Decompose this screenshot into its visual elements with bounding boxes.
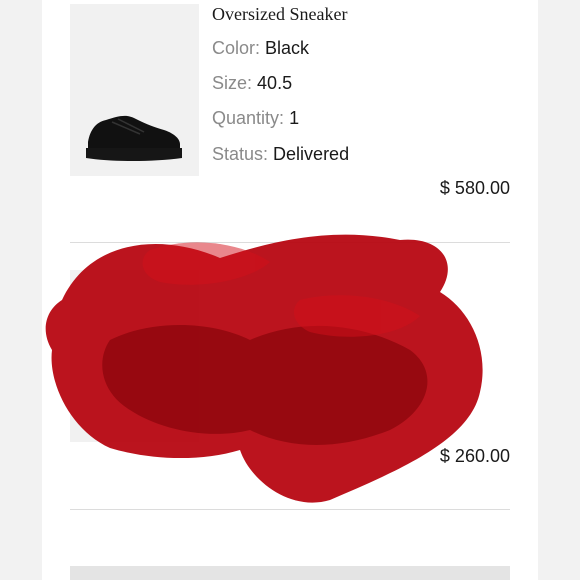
redaction-scribble <box>45 234 483 503</box>
